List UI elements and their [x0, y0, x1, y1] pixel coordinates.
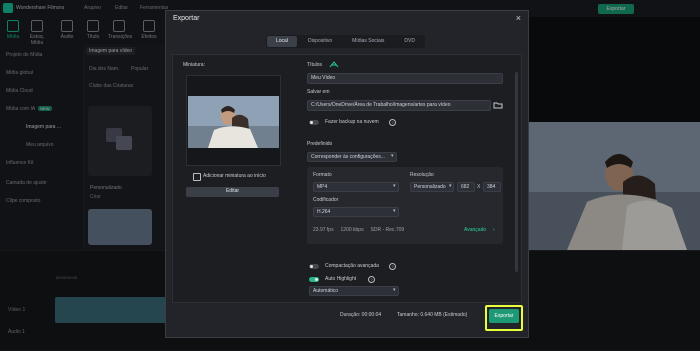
folder-icon[interactable] — [493, 101, 503, 109]
export-stats: 23.97 fps 1200 kbps SDR - Rec.709 — [313, 227, 405, 233]
codec-chevron-down-icon: ▾ — [393, 208, 396, 214]
compact-label: Compactação avançada — [325, 263, 379, 269]
size-text: Tamanho: 0.640 MB (Estimado) — [397, 312, 468, 318]
auto-highlight-label: Auto Highlight — [325, 276, 357, 282]
auto-highlight-chevron-down-icon: ▾ — [393, 287, 396, 293]
resolution-x: X — [477, 184, 481, 190]
preset-value: Corresponder às configurações... — [311, 154, 385, 160]
duration-text: Duração: 00:00:04 — [340, 312, 382, 318]
resolution-value: Personalizado — [414, 184, 446, 190]
preset-select[interactable]: Corresponder às configurações... — [307, 152, 397, 162]
preset-label: Predefinido — [307, 141, 333, 147]
thumbnail-image — [188, 96, 279, 148]
tab-dvd[interactable]: DVD — [395, 36, 424, 47]
resolution-select[interactable]: Personalizado — [410, 182, 454, 192]
auto-highlight-value: Automático — [313, 288, 339, 294]
format-chevron-down-icon: ▾ — [393, 183, 396, 189]
save-path-input[interactable]: C:/Users/OneDrive/Área de Trabalho/image… — [307, 100, 491, 111]
format-value: MP4 — [317, 184, 328, 190]
title-label: Títulos — [307, 62, 323, 68]
backup-toggle[interactable] — [309, 120, 319, 125]
ai-title-icon[interactable] — [329, 61, 339, 68]
backup-help-icon[interactable]: ? — [389, 119, 396, 126]
format-settings-box: Formato MP4 ▾ Resolução Personalizado ▾ … — [307, 167, 503, 244]
format-select[interactable]: MP4 — [313, 182, 399, 192]
export-tabs: Local Dispositivo Mídias Sociais DVD — [266, 35, 425, 48]
compact-help-icon[interactable]: ? — [389, 263, 396, 270]
preset-chevron-down-icon: ▾ — [391, 153, 394, 159]
add-thumbnail-checkbox[interactable] — [193, 173, 201, 181]
codec-select[interactable]: H.264 — [313, 207, 399, 217]
export-button[interactable]: Exportar — [489, 309, 519, 323]
advanced-chevron-icon: › — [493, 227, 495, 233]
tab-midias-sociais[interactable]: Mídias Sociais — [343, 36, 393, 47]
tab-local[interactable]: Local — [267, 36, 297, 47]
export-dialog: Exportar × Local Dispositivo Mídias Soci… — [165, 10, 529, 338]
settings-scrollbar[interactable] — [515, 72, 518, 272]
resolution-label: Resolução — [410, 172, 434, 178]
format-label: Formato — [313, 172, 332, 178]
thumbnail-frame — [186, 75, 281, 166]
save-label: Salvar em — [307, 89, 330, 95]
edit-thumbnail-button[interactable]: Editar — [186, 187, 279, 197]
thumbnail-label: Miniatura: — [183, 62, 205, 68]
auto-highlight-select[interactable]: Automático — [309, 286, 399, 296]
dialog-title: Exportar — [173, 15, 200, 22]
title-input[interactable]: Meu Vídeo — [307, 73, 503, 84]
add-thumbnail-label: Adicionar miniatura ao início — [203, 173, 266, 179]
codec-value: H.264 — [317, 209, 331, 215]
compact-toggle[interactable] — [309, 264, 319, 269]
resolution-width-input[interactable]: 682 — [457, 182, 475, 192]
export-highlight: Exportar — [485, 305, 523, 331]
auto-highlight-help-icon[interactable]: ? — [368, 276, 375, 283]
codec-label: Codificador — [313, 197, 339, 203]
export-settings-panel: Miniatura: Adicionar miniatura ao início… — [172, 54, 522, 303]
auto-highlight-toggle[interactable] — [309, 277, 319, 282]
resolution-height-input[interactable]: 384 — [483, 182, 501, 192]
advanced-link[interactable]: Avançado — [464, 227, 486, 233]
resolution-chevron-down-icon: ▾ — [449, 183, 452, 189]
tab-dispositivo[interactable]: Dispositivo — [299, 36, 341, 47]
close-icon[interactable]: × — [516, 13, 521, 23]
backup-label: Fazer backup na nuvem — [325, 119, 379, 125]
